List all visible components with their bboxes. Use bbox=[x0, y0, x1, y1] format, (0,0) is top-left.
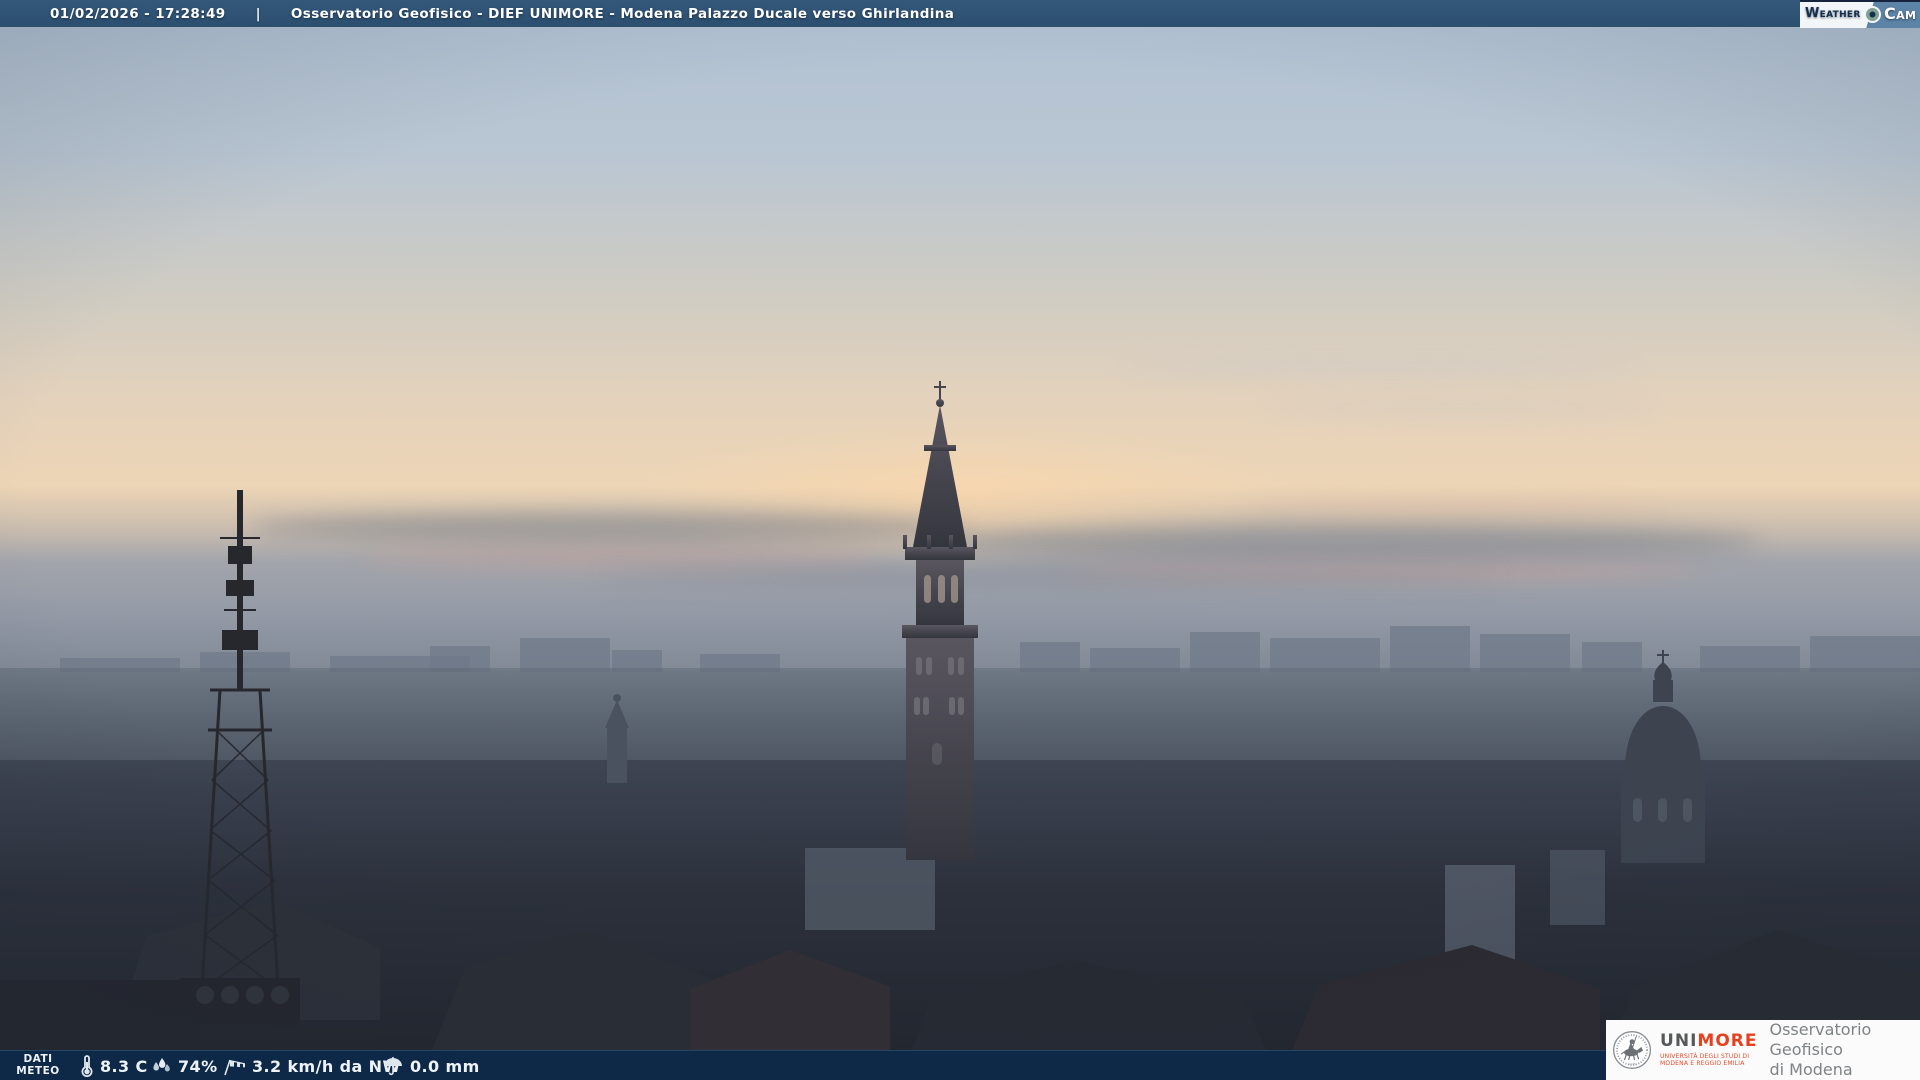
humidity-value: 74% bbox=[178, 1056, 218, 1076]
unimore-wordmark: UNIMORE UNIVERSITÀ DEGLI STUDI DI MODENA… bbox=[1660, 1031, 1758, 1068]
windsock-icon bbox=[224, 1059, 245, 1076]
rain-value: 0.0 mm bbox=[410, 1056, 480, 1076]
weathercam-cam-text: Cam bbox=[1884, 4, 1917, 23]
wind-readout: 3.2 km/h da NW bbox=[222, 1051, 401, 1080]
weathercam-logo: Weather Cam bbox=[1800, 0, 1920, 28]
unimore-more-text: MORE bbox=[1697, 1031, 1758, 1051]
temperature-value: 8.3 C bbox=[100, 1056, 148, 1076]
unimore-seal-icon: 1175 bbox=[1613, 1030, 1652, 1070]
umbrella-icon bbox=[384, 1057, 402, 1076]
observatory-line2: di Modena bbox=[1769, 1060, 1853, 1079]
observatory-line1: Osservatorio Geofisico bbox=[1769, 1020, 1872, 1059]
university-subtitle-line2: MODENA E REGGIO EMILIA bbox=[1660, 1060, 1745, 1067]
vignette-overlay bbox=[0, 0, 1920, 1080]
weathercam-dot-icon bbox=[1864, 6, 1881, 23]
datetime-text: 01/02/2026 - 17:28:49 bbox=[50, 5, 226, 22]
university-subtitle-line1: UNIVERSITÀ DEGLI STUDI DI bbox=[1660, 1053, 1750, 1060]
webcam-frame: 01/02/2026 - 17:28:49 | Osservatorio Geo… bbox=[0, 0, 1920, 1080]
unimore-uni-text: UNI bbox=[1660, 1031, 1698, 1051]
observatory-name: Osservatorio Geofisico di Modena bbox=[1769, 1020, 1920, 1080]
temperature-readout: 8.3 C bbox=[80, 1051, 148, 1080]
dati-meteo-label: DATI METEO bbox=[16, 1053, 60, 1077]
svg-text:1175: 1175 bbox=[1628, 1062, 1635, 1066]
humidity-drops-icon bbox=[153, 1058, 170, 1072]
wind-value: 3.2 km/h da NW bbox=[252, 1056, 401, 1076]
humidity-readout: 74% bbox=[150, 1051, 218, 1080]
separator: | bbox=[255, 5, 261, 22]
header-bar: 01/02/2026 - 17:28:49 | Osservatorio Geo… bbox=[0, 0, 1920, 28]
camera-title: Osservatorio Geofisico - DIEF UNIMORE - … bbox=[290, 5, 955, 22]
unimore-brand-box: 1175 UNIMORE UNIVERSITÀ DEGLI STUDI DI M… bbox=[1606, 1020, 1920, 1080]
thermometer-icon bbox=[81, 1055, 93, 1077]
rain-readout: 0.0 mm bbox=[382, 1051, 480, 1080]
weathercam-weather-text: Weather bbox=[1805, 6, 1861, 21]
